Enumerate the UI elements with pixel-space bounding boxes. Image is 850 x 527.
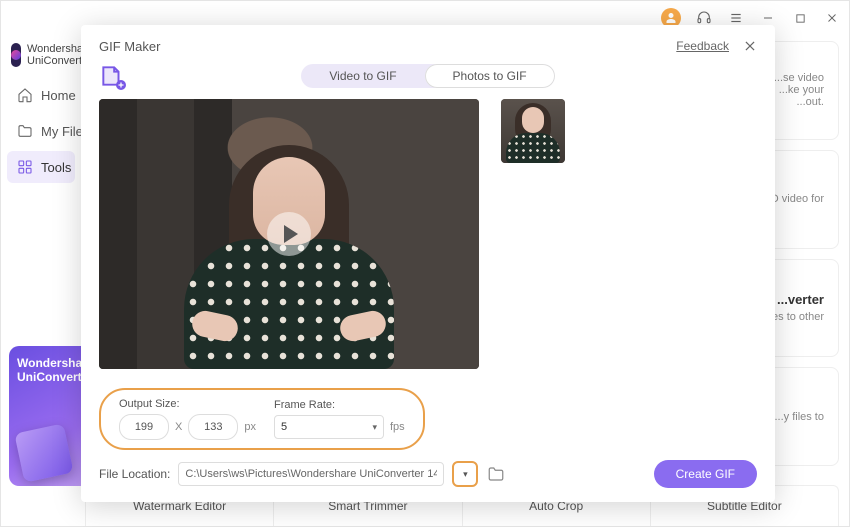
sidebar-item-my-files[interactable]: My Files <box>7 115 75 147</box>
sidebar-item-label: Tools <box>41 160 71 175</box>
preview-area <box>99 99 757 378</box>
tab-photos-to-gif[interactable]: Photos to GIF <box>425 64 555 88</box>
modal-title: GIF Maker <box>99 39 160 54</box>
size-unit: px <box>244 421 256 433</box>
modal-toolbar: Video to GIF Photos to GIF <box>99 63 757 89</box>
browse-folder-button[interactable] <box>486 465 506 483</box>
chevron-down-icon: ▾ <box>372 422 377 433</box>
tab-video-to-gif[interactable]: Video to GIF <box>301 64 424 88</box>
thumbnail-list <box>501 99 757 378</box>
logo-icon <box>11 43 21 67</box>
home-icon <box>17 87 33 103</box>
sidebar-nav: Home My Files Tools <box>1 77 81 185</box>
play-button[interactable] <box>267 212 311 256</box>
feedback-link[interactable]: Feedback <box>676 39 729 53</box>
output-height-input[interactable] <box>188 414 238 440</box>
app-logo: WondershareUniConverter <box>1 43 81 77</box>
sidebar-item-label: Home <box>41 88 76 103</box>
frame-rate-select[interactable]: 5 ▾ <box>274 415 384 439</box>
add-media-button[interactable] <box>99 63 125 89</box>
mode-segmented-control: Video to GIF Photos to GIF <box>301 64 554 88</box>
file-location-dropdown[interactable]: ▾ <box>452 461 478 487</box>
close-icon[interactable] <box>743 39 757 53</box>
output-size-group: Output Size: X px <box>119 398 256 440</box>
file-location-label: File Location: <box>99 467 170 481</box>
frame-rate-group: Frame Rate: 5 ▾ fps <box>274 399 405 439</box>
modal-header: GIF Maker Feedback <box>99 35 757 57</box>
gif-maker-modal: GIF Maker Feedback Video to GIF Photos t… <box>81 25 775 502</box>
size-separator: X <box>175 421 182 433</box>
frame-rate-value: 5 <box>281 421 287 433</box>
app-window: WondershareUniConverter Home My Files To… <box>0 0 850 527</box>
modal-footer: File Location: ▾ Create GIF <box>99 450 757 488</box>
promo-cube-graphic <box>14 423 73 482</box>
video-preview <box>99 99 479 369</box>
output-size-label: Output Size: <box>119 398 256 410</box>
sidebar-item-home[interactable]: Home <box>7 79 75 111</box>
output-width-input[interactable] <box>119 414 169 440</box>
tools-icon <box>17 159 33 175</box>
close-button[interactable] <box>823 9 841 27</box>
file-location-input[interactable] <box>178 462 444 486</box>
maximize-button[interactable] <box>791 9 809 27</box>
output-settings: Output Size: X px Frame Rate: 5 ▾ fps <box>99 388 425 450</box>
thumbnail-item[interactable] <box>501 99 565 163</box>
fps-unit: fps <box>390 421 405 433</box>
frame-rate-label: Frame Rate: <box>274 399 405 411</box>
sidebar-item-tools[interactable]: Tools <box>7 151 75 183</box>
folder-icon <box>17 123 33 139</box>
create-gif-button[interactable]: Create GIF <box>654 460 757 488</box>
